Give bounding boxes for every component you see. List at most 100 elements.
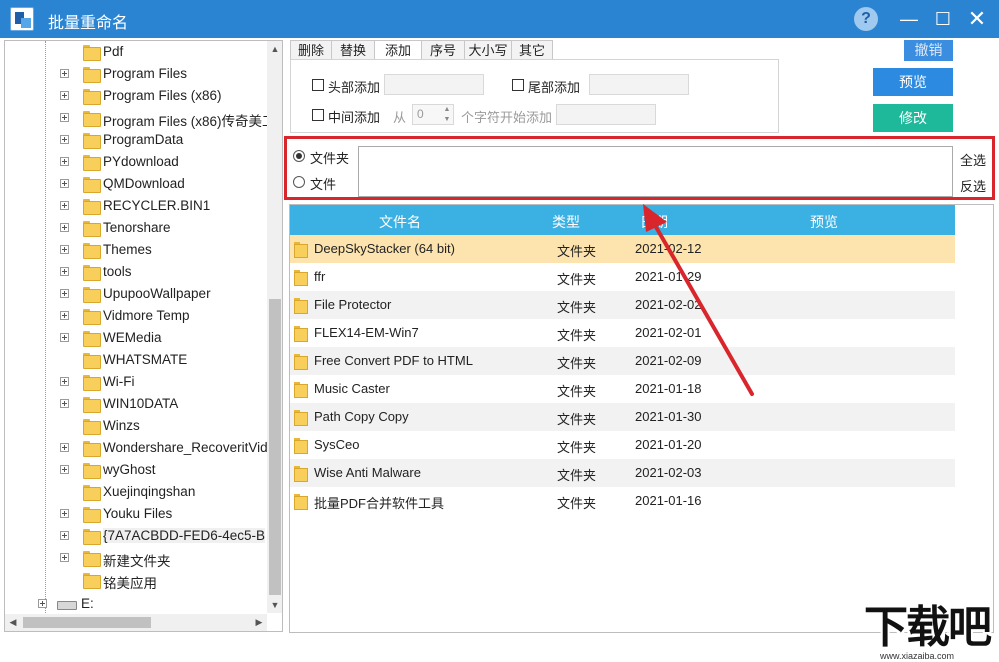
tree-item[interactable]: {7A7ACBDD-FED6-4ec5-B (5, 525, 267, 547)
tree-item[interactable]: Tenorshare (5, 217, 267, 239)
tree-item[interactable]: QMDownload (5, 173, 267, 195)
tab-1[interactable]: 替换 (331, 40, 375, 60)
tree-item[interactable]: 铭美应用 (5, 569, 267, 591)
tree-item[interactable]: Wi-Fi (5, 371, 267, 393)
tree-item[interactable]: ProgramData (5, 129, 267, 151)
expand-icon[interactable] (60, 443, 69, 452)
expand-icon[interactable] (60, 531, 69, 540)
middle-add-input[interactable] (556, 104, 656, 125)
scroll-thumb[interactable] (23, 617, 151, 628)
modify-button[interactable]: 修改 (873, 104, 953, 132)
expand-icon[interactable] (60, 509, 69, 518)
stepper-down-icon[interactable]: ▼ (441, 115, 453, 124)
tree-item[interactable]: Xuejinqingshan (5, 481, 267, 503)
table-row[interactable]: Free Convert PDF to HTML 文件夹 2021-02-09 (290, 347, 955, 375)
expand-icon[interactable] (60, 69, 69, 78)
expand-icon[interactable] (38, 599, 47, 608)
tab-2[interactable]: 添加 (374, 40, 422, 61)
tree-item[interactable]: wyGhost (5, 459, 267, 481)
tree-item[interactable]: UpupooWallpaper (5, 283, 267, 305)
close-button[interactable]: ✕ (962, 4, 992, 34)
expand-icon[interactable] (60, 333, 69, 342)
expand-icon[interactable] (60, 465, 69, 474)
tree-item[interactable]: Program Files (x86)传奇美工 (5, 107, 267, 129)
tail-add-input[interactable] (589, 74, 689, 95)
tail-add-checkbox[interactable] (512, 79, 524, 91)
expand-icon[interactable] (60, 179, 69, 188)
scroll-thumb[interactable] (269, 299, 281, 595)
expand-icon[interactable] (60, 201, 69, 210)
expand-icon[interactable] (60, 223, 69, 232)
select-all-link[interactable]: 全选 (960, 150, 986, 169)
tree-item[interactable]: Program Files (5, 63, 267, 85)
file-radio[interactable] (293, 176, 305, 188)
invert-selection-link[interactable]: 反选 (960, 176, 986, 195)
tree-item[interactable]: Themes (5, 239, 267, 261)
table-row[interactable]: File Protector 文件夹 2021-02-02 (290, 291, 955, 319)
tab-3[interactable]: 序号 (421, 40, 465, 60)
tree-item[interactable]: Program Files (x86) (5, 85, 267, 107)
table-row[interactable]: Wise Anti Malware 文件夹 2021-02-03 (290, 459, 955, 487)
tree-item[interactable]: Pdf (5, 41, 267, 63)
tree-item[interactable]: 新建文件夹 (5, 547, 267, 569)
table-row[interactable]: FLEX14-EM-Win7 文件夹 2021-02-01 (290, 319, 955, 347)
expand-icon[interactable] (60, 399, 69, 408)
expand-icon[interactable] (60, 267, 69, 276)
head-add-input[interactable] (384, 74, 484, 95)
tree-item[interactable]: RECYCLER.BIN1 (5, 195, 267, 217)
stepper-up-icon[interactable]: ▲ (441, 105, 453, 114)
tree-item[interactable]: Winzs (5, 415, 267, 437)
expand-icon[interactable] (60, 245, 69, 254)
file-type-cell: 文件夹 (557, 384, 597, 399)
expand-icon[interactable] (60, 377, 69, 386)
expand-icon[interactable] (60, 553, 69, 562)
tab-5[interactable]: 其它 (511, 40, 553, 60)
scroll-down-icon[interactable]: ▼ (267, 597, 282, 613)
folder-radio[interactable] (293, 150, 305, 162)
file-name-cell: 批量PDF合并软件工具 (314, 496, 445, 511)
minimize-button[interactable]: — (894, 4, 924, 34)
scroll-left-icon[interactable]: ◀ (5, 614, 21, 631)
tree-item[interactable]: WIN10DATA (5, 393, 267, 415)
expand-icon[interactable] (60, 311, 69, 320)
table-row[interactable]: SysCeo 文件夹 2021-01-20 (290, 431, 955, 459)
header-type[interactable]: 类型 (552, 212, 580, 232)
scroll-up-icon[interactable]: ▲ (267, 41, 282, 57)
file-date-cell: 2021-01-29 (635, 269, 702, 284)
middle-add-checkbox[interactable] (312, 109, 324, 121)
table-row[interactable]: 批量PDF合并软件工具 文件夹 2021-01-16 (290, 487, 955, 515)
table-row[interactable]: Path Copy Copy 文件夹 2021-01-30 (290, 403, 955, 431)
folder-icon (294, 438, 308, 454)
table-row[interactable]: Music Caster 文件夹 2021-01-18 (290, 375, 955, 403)
tree-item[interactable]: Wondershare_RecoveritVideo (5, 437, 267, 459)
header-filename[interactable]: 文件名 (379, 212, 421, 232)
tab-4[interactable]: 大小写 (464, 40, 512, 60)
tab-0[interactable]: 删除 (290, 40, 332, 60)
header-preview[interactable]: 预览 (810, 212, 838, 232)
expand-icon[interactable] (60, 289, 69, 298)
tree-item[interactable]: WHATSMATE (5, 349, 267, 371)
tree-item[interactable]: WEMedia (5, 327, 267, 349)
tree-item[interactable]: PYdownload (5, 151, 267, 173)
expand-icon[interactable] (60, 113, 69, 122)
tree-horizontal-scrollbar[interactable]: ◀ ▶ (5, 614, 267, 631)
tree-item-drive-e[interactable]: E: (5, 593, 267, 613)
position-stepper[interactable]: 0 ▲ ▼ (412, 104, 454, 125)
expand-icon[interactable] (60, 91, 69, 100)
maximize-button[interactable]: ☐ (928, 4, 958, 34)
table-row[interactable]: DeepSkyStacker (64 bit) 文件夹 2021-02-12 (290, 235, 955, 263)
preview-button[interactable]: 预览 (873, 68, 953, 96)
help-button[interactable]: ? (854, 7, 878, 31)
expand-icon[interactable] (60, 157, 69, 166)
tree-item[interactable]: Youku Files (5, 503, 267, 525)
tree-item[interactable]: Vidmore Temp (5, 305, 267, 327)
undo-button[interactable]: 撤销 (904, 40, 953, 61)
tree-item[interactable]: tools (5, 261, 267, 283)
scroll-right-icon[interactable]: ▶ (251, 614, 267, 631)
filter-text-area[interactable] (358, 146, 953, 197)
header-date[interactable]: 日期 (640, 212, 668, 232)
tree-vertical-scrollbar[interactable]: ▲ ▼ (267, 41, 282, 613)
head-add-checkbox[interactable] (312, 79, 324, 91)
expand-icon[interactable] (60, 135, 69, 144)
table-row[interactable]: ffr 文件夹 2021-01-29 (290, 263, 955, 291)
